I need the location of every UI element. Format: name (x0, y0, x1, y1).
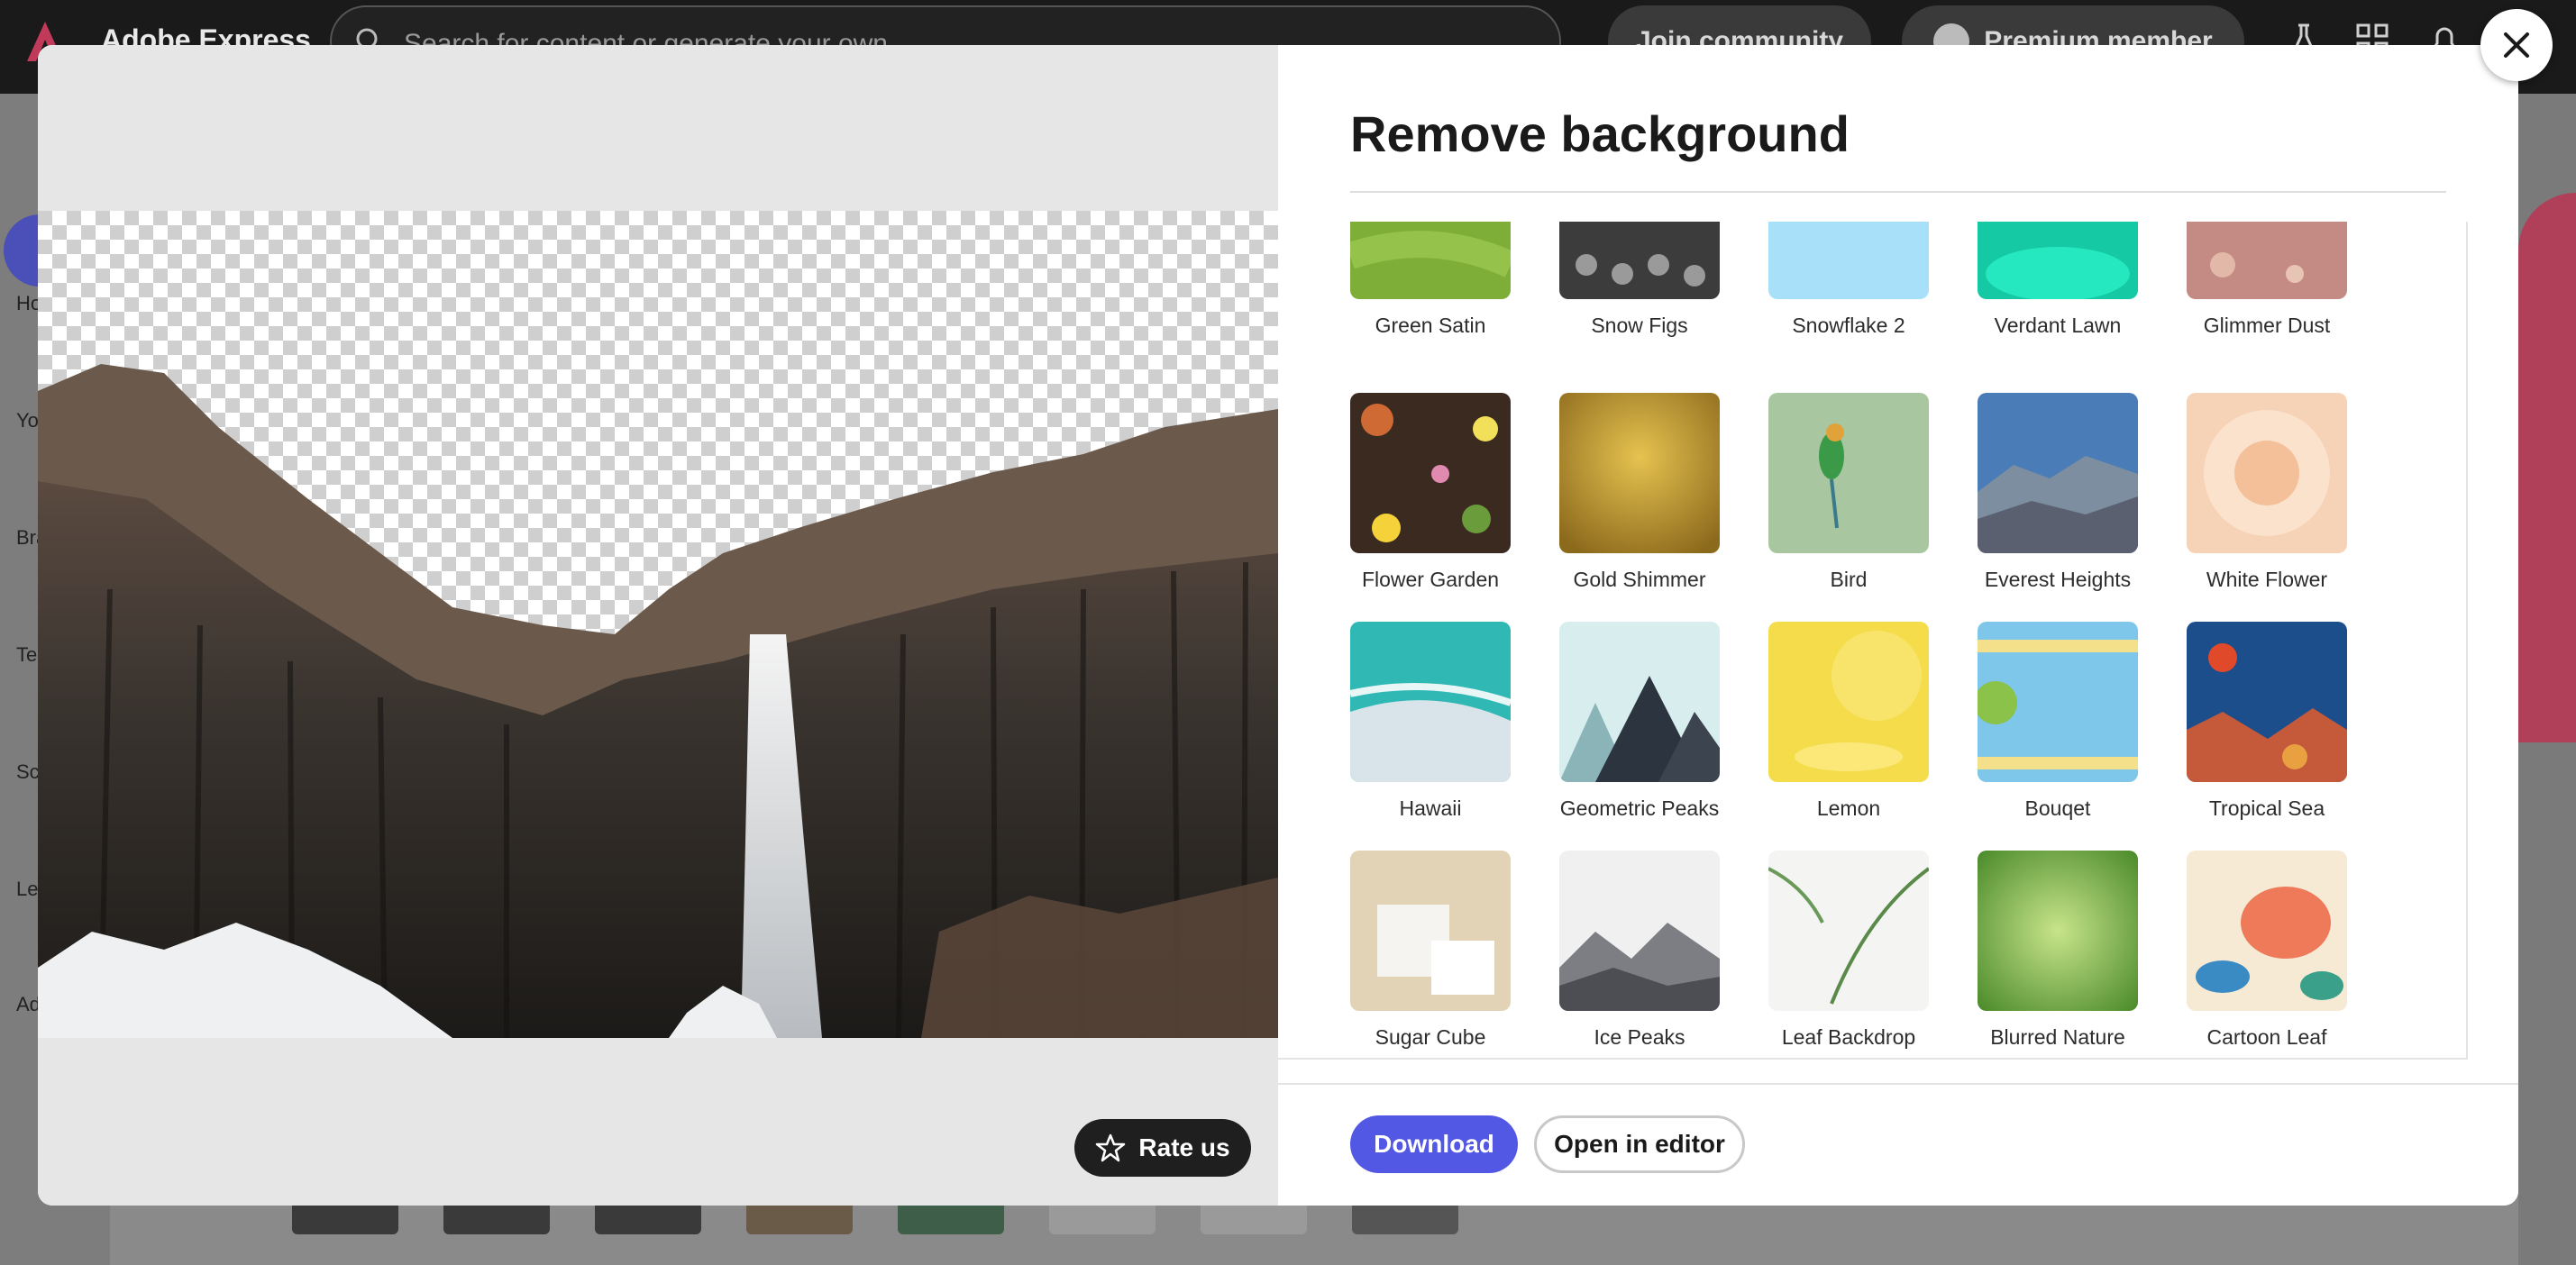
tile-thumbnail (1978, 393, 2138, 553)
tile-label: Sugar Cube (1375, 1025, 1486, 1049)
tile-label: Green Satin (1375, 314, 1486, 337)
preview-pane: Rate us (38, 45, 1278, 1206)
tile-label: Leaf Backdrop (1781, 1025, 1916, 1049)
tile-thumbnail (1350, 393, 1511, 553)
background-tile-verdant-lawn[interactable]: Verdant Lawn (1978, 222, 2138, 338)
tile-label: Everest Heights (1984, 568, 2132, 591)
close-icon (2504, 32, 2529, 58)
background-tile-bouqet[interactable]: Bouqet (1978, 622, 2138, 821)
tile-thumbnail (1768, 622, 1929, 782)
tile-thumbnail (1559, 622, 1720, 782)
background-tile-hawaii[interactable]: Hawaii (1350, 622, 1511, 821)
tile-label: Blurred Nature (1990, 1025, 2125, 1049)
close-dialog-button[interactable] (2480, 9, 2553, 81)
tile-label: Bouqet (2024, 796, 2091, 820)
tile-thumbnail (1768, 393, 1929, 553)
background-tile-white-flower[interactable]: White Flower (2187, 393, 2347, 592)
background-tile-sugar-cube[interactable]: Sugar Cube (1350, 851, 1511, 1050)
tile-label: Ice Peaks (1594, 1025, 1685, 1049)
tile-label: Cartoon Leaf (2206, 1025, 2327, 1049)
banner-decoration (2518, 193, 2576, 742)
open-in-editor-button[interactable]: Open in editor (1534, 1115, 1745, 1173)
tile-label: Lemon (1816, 796, 1881, 820)
tile-label: Geometric Peaks (1559, 796, 1720, 820)
tile-thumbnail (1350, 622, 1511, 782)
remove-background-dialog: Rate us Remove background Green Satin Sn… (38, 45, 2518, 1206)
cutout-preview-image (38, 211, 1278, 1038)
tile-label: Bird (1830, 568, 1868, 591)
tile-thumbnail (2187, 851, 2347, 1011)
background-tile-snowflake-2[interactable]: Snowflake 2 (1768, 222, 1929, 338)
app-content-edge (2518, 94, 2576, 1265)
tile-thumbnail (1978, 851, 2138, 1011)
tile-thumbnail (1350, 222, 1511, 299)
background-tile-gold-shimmer[interactable]: Gold Shimmer (1559, 393, 1720, 592)
rate-us-label: Rate us (1138, 1133, 1230, 1161)
tile-thumbnail (1978, 222, 2138, 299)
star-icon (1096, 1133, 1126, 1162)
background-tile-flower-garden[interactable]: Flower Garden (1350, 393, 1511, 592)
background-grid[interactable]: Green Satin Snow Figs Snowflake 2 Verdan… (1278, 222, 2468, 1060)
background-tile-leaf-backdrop[interactable]: Leaf Backdrop (1768, 851, 1929, 1050)
background-tile-blurred-nature[interactable]: Blurred Nature (1978, 851, 2138, 1050)
background-tile-snow-figs[interactable]: Snow Figs (1559, 222, 1720, 338)
tile-thumbnail (2187, 393, 2347, 553)
background-tile-tropical-sea[interactable]: Tropical Sea (2187, 622, 2347, 821)
background-options-panel: Remove background Green Satin Snow Figs … (1278, 45, 2518, 1206)
tile-thumbnail (1559, 222, 1720, 299)
tile-thumbnail (2187, 222, 2347, 299)
tile-label: Gold Shimmer (1573, 568, 1706, 591)
tile-thumbnail (1559, 851, 1720, 1011)
tile-thumbnail (1768, 851, 1929, 1011)
background-tile-bird[interactable]: Bird (1768, 393, 1929, 592)
background-tile-lemon[interactable]: Lemon (1768, 622, 1929, 821)
tile-label: Tropical Sea (2208, 796, 2325, 820)
tile-thumbnail (1559, 393, 1720, 553)
title-divider (1350, 191, 2446, 193)
rate-us-button[interactable]: Rate us (1074, 1119, 1251, 1177)
tile-thumbnail (1978, 622, 2138, 782)
background-tile-geometric-peaks[interactable]: Geometric Peaks (1559, 622, 1720, 821)
background-tile-glimmer-dust[interactable]: Glimmer Dust (2187, 222, 2347, 338)
background-tile-cartoon-leaf[interactable]: Cartoon Leaf (2187, 851, 2347, 1050)
tile-label: Verdant Lawn (1994, 314, 2122, 337)
tile-label: Snow Figs (1591, 314, 1688, 337)
app-bottom-thumbnails (0, 1198, 2576, 1265)
tile-label: Hawaii (1399, 796, 1462, 820)
tile-label: White Flower (2206, 568, 2328, 591)
tile-thumbnail (2187, 622, 2347, 782)
dialog-title: Remove background (1350, 105, 1850, 162)
tile-thumbnail (1768, 222, 1929, 299)
tile-label: Flower Garden (1361, 568, 1500, 591)
footer-divider (1278, 1083, 2518, 1085)
background-tile-ice-peaks[interactable]: Ice Peaks (1559, 851, 1720, 1050)
background-tile-green-satin[interactable]: Green Satin (1350, 222, 1511, 338)
tile-label: Glimmer Dust (2203, 314, 2331, 337)
rail-item-learn[interactable]: Le (16, 878, 38, 901)
tile-label: Snowflake 2 (1792, 314, 1905, 337)
tile-thumbnail (1350, 851, 1511, 1011)
background-tile-everest-heights[interactable]: Everest Heights (1978, 393, 2138, 592)
download-button[interactable]: Download (1350, 1115, 1518, 1173)
